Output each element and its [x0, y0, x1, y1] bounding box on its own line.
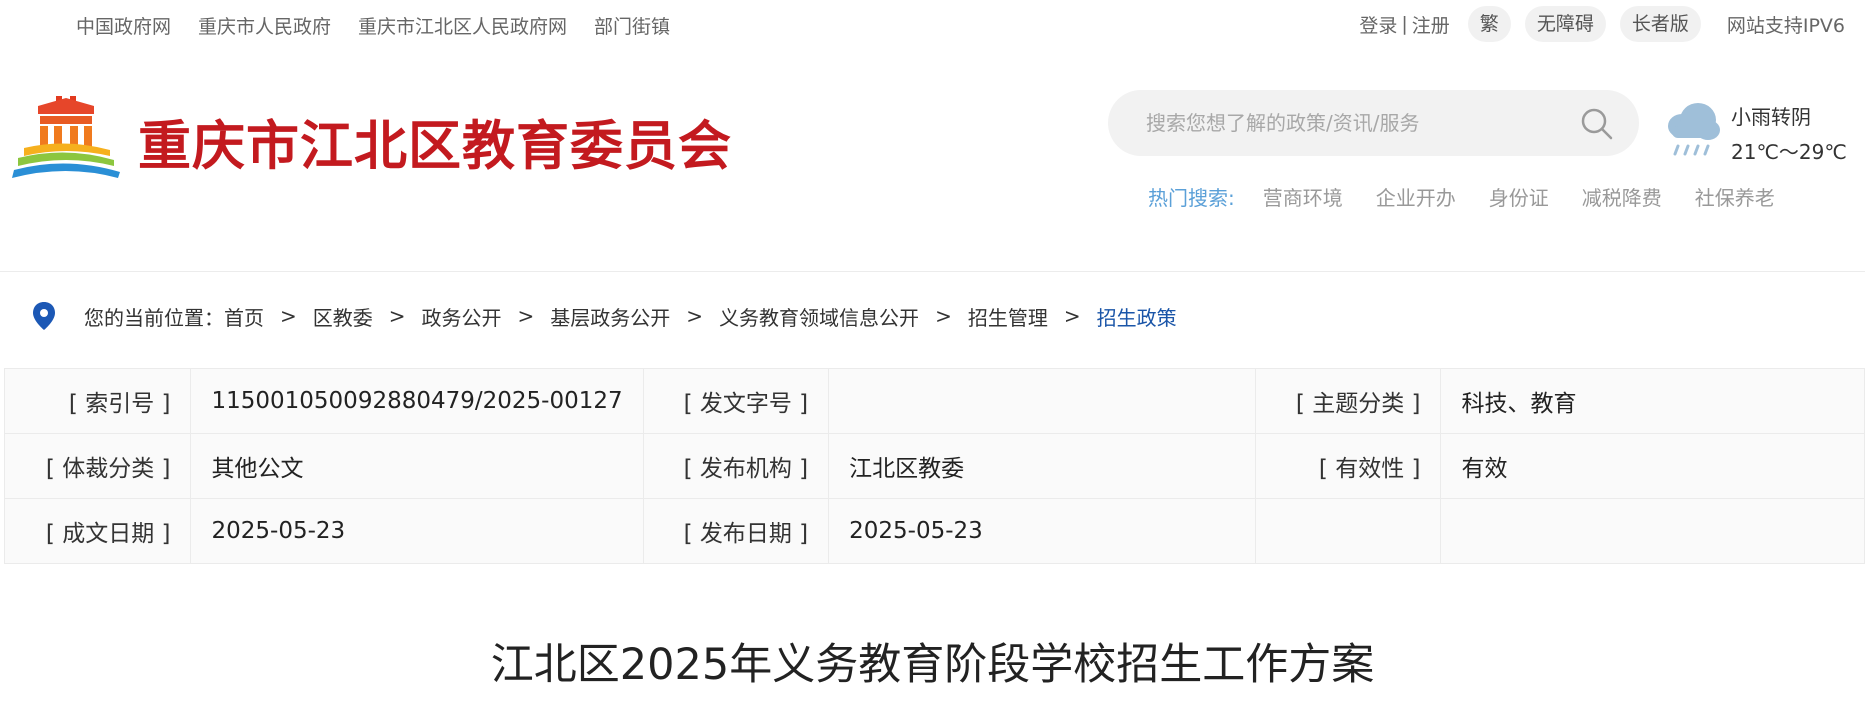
location-pin-icon: [33, 302, 55, 330]
index-no-label: [ 索引号 ]: [3, 368, 192, 434]
validity-value: 有效: [1440, 433, 1865, 499]
search-input[interactable]: [1146, 90, 1566, 156]
empty-value: [1440, 498, 1865, 564]
site-logo-icon[interactable]: [10, 92, 122, 180]
breadcrumb-separator: >: [1063, 304, 1081, 328]
breadcrumb-separator: >: [935, 304, 952, 328]
link-cq-gov[interactable]: 重庆市人民政府: [198, 12, 331, 39]
weather-info: 小雨转阴 21℃～29℃: [1731, 100, 1847, 170]
breadcrumb-item-gov-affairs[interactable]: 政务公开: [422, 302, 502, 331]
topic-value: 科技、教育: [1440, 368, 1865, 434]
link-jiangbei-gov[interactable]: 重庆市江北区人民政府网: [358, 12, 567, 39]
doc-number-value: [828, 368, 1256, 434]
hot-search-item[interactable]: 身份证: [1489, 182, 1549, 211]
breadcrumb-prefix: 您的当前位置：: [84, 305, 224, 330]
table-row: [ 体裁分类 ] 其他公文 [ 发布机构 ] 江北区教委 [ 有效性 ] 有效: [3, 433, 1865, 499]
table-row: [ 成文日期 ] 2025-05-23 [ 发布日期 ] 2025-05-23: [3, 498, 1865, 564]
hot-search: 热门搜索: 营商环境 企业开办 身份证 减税降费 社保养老: [1148, 182, 1808, 211]
doc-number-label: [ 发文字号 ]: [642, 368, 830, 434]
hot-search-item[interactable]: 社保养老: [1695, 182, 1775, 211]
publisher-label: [ 发布机构 ]: [642, 433, 830, 499]
breadcrumb-separator: >: [517, 304, 535, 328]
link-departments[interactable]: 部门街镇: [594, 12, 670, 39]
search-icon[interactable]: [1579, 106, 1615, 142]
index-no-value: 115001050092880479/2025-00127: [190, 368, 644, 434]
genre-value: 其他公文: [190, 433, 644, 499]
account-links: 登录 | 注册: [1359, 11, 1449, 38]
written-date-label: [ 成文日期 ]: [3, 498, 192, 564]
login-link[interactable]: 登录: [1359, 11, 1397, 38]
breadcrumb-item-bureau[interactable]: 区教委: [313, 302, 373, 331]
hot-search-label: 热门搜索:: [1148, 186, 1235, 210]
account-separator: |: [1401, 13, 1408, 35]
publish-date-value: 2025-05-23: [828, 498, 1256, 564]
genre-label: [ 体裁分类 ]: [3, 433, 192, 499]
top-bar: 中国政府网 重庆市人民政府 重庆市江北区人民政府网 部门街镇 登录 | 注册 繁…: [0, 0, 1865, 48]
breadcrumb-item-home[interactable]: 首页: [224, 302, 264, 331]
article-title: 江北区2025年义务教育阶段学校招生工作方案: [490, 640, 1375, 690]
hot-search-item[interactable]: 企业开办: [1376, 182, 1456, 211]
breadcrumb-item-grassroots[interactable]: 基层政务公开: [550, 302, 670, 331]
breadcrumb-separator: >: [686, 304, 704, 328]
top-links: 中国政府网 重庆市人民政府 重庆市江北区人民政府网 部门街镇: [76, 12, 670, 39]
hot-search-item[interactable]: 减税降费: [1582, 182, 1662, 211]
weather-desc: 小雨转阴: [1731, 105, 1811, 129]
top-right-tools: 登录 | 注册 繁 无障碍 长者版 网站支持IPV6: [1359, 6, 1845, 42]
validity-label: [ 有效性 ]: [1254, 433, 1442, 499]
publish-date-label: [ 发布日期 ]: [642, 498, 830, 564]
site-title[interactable]: 重庆市江北区教育委员会: [138, 104, 732, 180]
elder-mode-button[interactable]: 长者版: [1619, 6, 1701, 42]
header-divider: [0, 271, 1865, 272]
hot-search-item[interactable]: 营商环境: [1263, 182, 1343, 211]
table-row: [ 索引号 ] 115001050092880479/2025-00127 [ …: [3, 368, 1865, 434]
breadcrumb-item-current[interactable]: 招生政策: [1097, 302, 1177, 331]
written-date-value: 2025-05-23: [190, 498, 644, 564]
register-link[interactable]: 注册: [1412, 11, 1450, 38]
document-info-table: [ 索引号 ] 115001050092880479/2025-00127 [ …: [3, 368, 1865, 564]
breadcrumb-item-enrollment-mgmt[interactable]: 招生管理: [968, 302, 1048, 331]
ipv6-notice: 网站支持IPV6: [1726, 14, 1845, 37]
breadcrumb: 您的当前位置： 首页 > 区教委 > 政务公开 > 基层政务公开 > 义务教育领…: [28, 300, 1177, 332]
rain-cloud-icon: [1668, 103, 1720, 156]
weather-temp: 21℃～29℃: [1731, 140, 1847, 164]
accessibility-button[interactable]: 无障碍: [1524, 6, 1606, 42]
search-box: [1108, 90, 1639, 156]
traditional-chinese-button[interactable]: 繁: [1467, 6, 1511, 42]
breadcrumb-separator: >: [280, 304, 297, 328]
topic-label: [ 主题分类 ]: [1254, 368, 1442, 434]
link-gov-cn[interactable]: 中国政府网: [76, 12, 171, 39]
breadcrumb-item-compulsory-edu[interactable]: 义务教育领域信息公开: [719, 302, 919, 331]
publisher-value: 江北区教委: [828, 433, 1256, 499]
empty-label: [1254, 498, 1442, 564]
breadcrumb-separator: >: [388, 304, 406, 328]
